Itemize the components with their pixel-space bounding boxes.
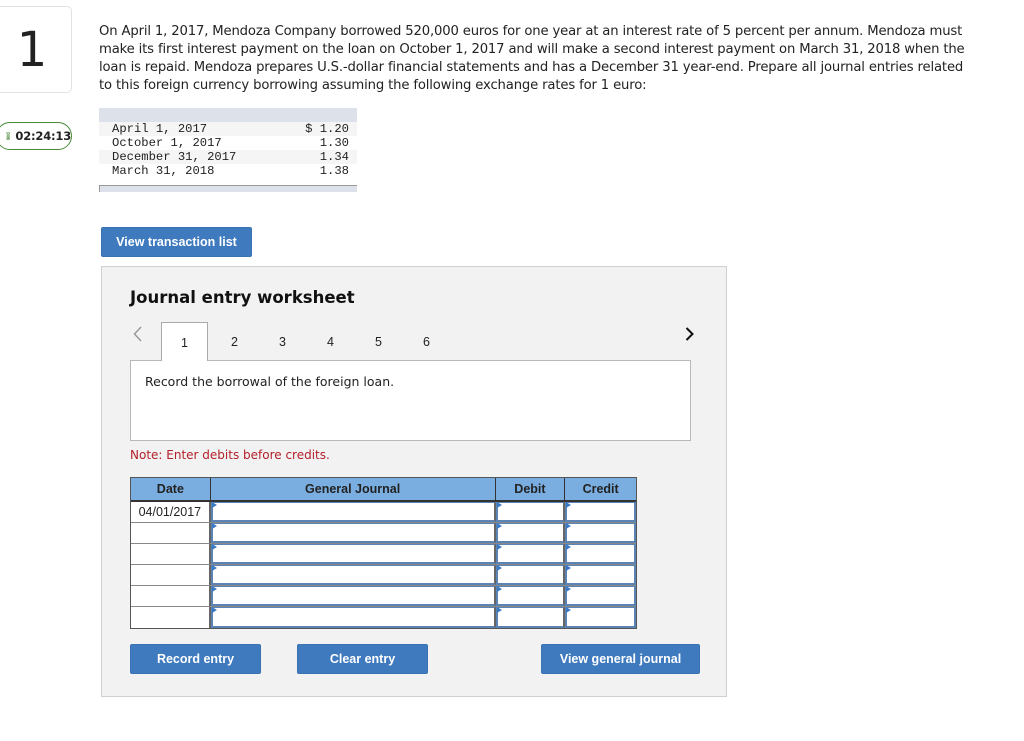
rate-date: March 31, 2018 [112, 164, 215, 178]
rates-row: October 1, 2017 1.30 [99, 136, 357, 150]
timer-badge: 02:24:13 [0, 122, 72, 150]
credit-input[interactable] [565, 586, 637, 606]
debit-input[interactable] [495, 544, 566, 564]
date-cell [131, 523, 211, 543]
rate-date: December 31, 2017 [112, 150, 237, 164]
debit-input[interactable] [495, 523, 566, 543]
account-input[interactable] [210, 607, 496, 628]
column-header-credit: Credit [582, 482, 619, 496]
rates-row: April 1, 2017 $ 1.20 [99, 122, 357, 136]
account-input[interactable] [210, 586, 496, 606]
account-input[interactable] [210, 523, 496, 543]
credit-input[interactable] [565, 565, 637, 585]
view-general-journal-button[interactable]: View general journal [541, 644, 700, 674]
journal-header: Date General Journal Debit Credit [131, 478, 636, 502]
rate-value: 1.34 [319, 150, 349, 164]
exchange-rates-table: April 1, 2017 $ 1.20 October 1, 2017 1.3… [99, 108, 357, 192]
question-number-box: 1 [0, 6, 72, 93]
entry-tab-2[interactable]: 2 [211, 322, 258, 360]
date-cell [131, 607, 211, 628]
entry-tab-1[interactable]: 1 [161, 322, 208, 361]
journal-entry-worksheet: Journal entry worksheet 1 2 3 4 5 6 Reco… [101, 266, 727, 697]
journal-row [131, 607, 637, 628]
date-cell: 04/01/2017 [131, 502, 211, 522]
column-header-general-journal: General Journal [211, 478, 496, 500]
rates-row: December 31, 2017 1.34 [99, 150, 357, 164]
date-cell [131, 586, 211, 606]
record-entry-button[interactable]: Record entry [130, 644, 261, 674]
entry-tab-4[interactable]: 4 [307, 322, 354, 360]
entry-tab-6[interactable]: 6 [403, 322, 450, 360]
rates-footer [99, 185, 357, 192]
entry-tab-3[interactable]: 3 [259, 322, 306, 360]
journal-row: 04/01/2017 [131, 502, 637, 523]
general-journal-table: Date General Journal Debit Credit 04/01/… [130, 477, 637, 629]
next-entry-button[interactable] [682, 323, 696, 345]
rate-value: $ 1.20 [305, 122, 349, 136]
account-input[interactable] [210, 502, 496, 522]
worksheet-title: Journal entry worksheet [130, 288, 355, 307]
credit-input[interactable] [565, 544, 637, 564]
rate-date: April 1, 2017 [112, 122, 208, 136]
journal-row [131, 544, 637, 565]
rate-value: 1.30 [319, 136, 349, 150]
journal-row [131, 586, 637, 607]
debits-note: Note: Enter debits before credits. [130, 448, 330, 462]
rates-row: March 31, 2018 1.38 [99, 164, 357, 178]
debit-input[interactable] [495, 565, 566, 585]
timer-text: 02:24:13 [15, 129, 71, 143]
column-header-date: Date [131, 478, 211, 500]
date-cell [131, 544, 211, 564]
debit-input[interactable] [495, 586, 566, 606]
column-header-debit: Debit [496, 478, 566, 500]
entry-description-box: Record the borrowal of the foreign loan. [130, 360, 691, 441]
hourglass-icon [6, 132, 11, 140]
chevron-right-icon [685, 327, 694, 341]
question-text: On April 1, 2017, Mendoza Company borrow… [99, 24, 965, 93]
entry-description: Record the borrowal of the foreign loan. [145, 374, 395, 389]
rates-header [99, 108, 357, 122]
entry-tab-5[interactable]: 5 [355, 322, 402, 360]
debit-input[interactable] [495, 502, 566, 522]
account-input[interactable] [210, 565, 496, 585]
rate-value: 1.38 [319, 164, 349, 178]
journal-row [131, 565, 637, 586]
chevron-left-icon [132, 326, 142, 342]
question-number: 1 [16, 21, 48, 78]
rate-date: October 1, 2017 [112, 136, 222, 150]
credit-input[interactable] [565, 502, 637, 522]
journal-row [131, 523, 637, 544]
credit-input[interactable] [565, 607, 637, 628]
credit-input[interactable] [565, 523, 637, 543]
date-cell [131, 565, 211, 585]
debit-input[interactable] [495, 607, 566, 628]
account-input[interactable] [210, 544, 496, 564]
clear-entry-button[interactable]: Clear entry [297, 644, 428, 674]
view-transaction-list-button[interactable]: View transaction list [101, 227, 252, 257]
previous-entry-button[interactable] [130, 323, 144, 345]
